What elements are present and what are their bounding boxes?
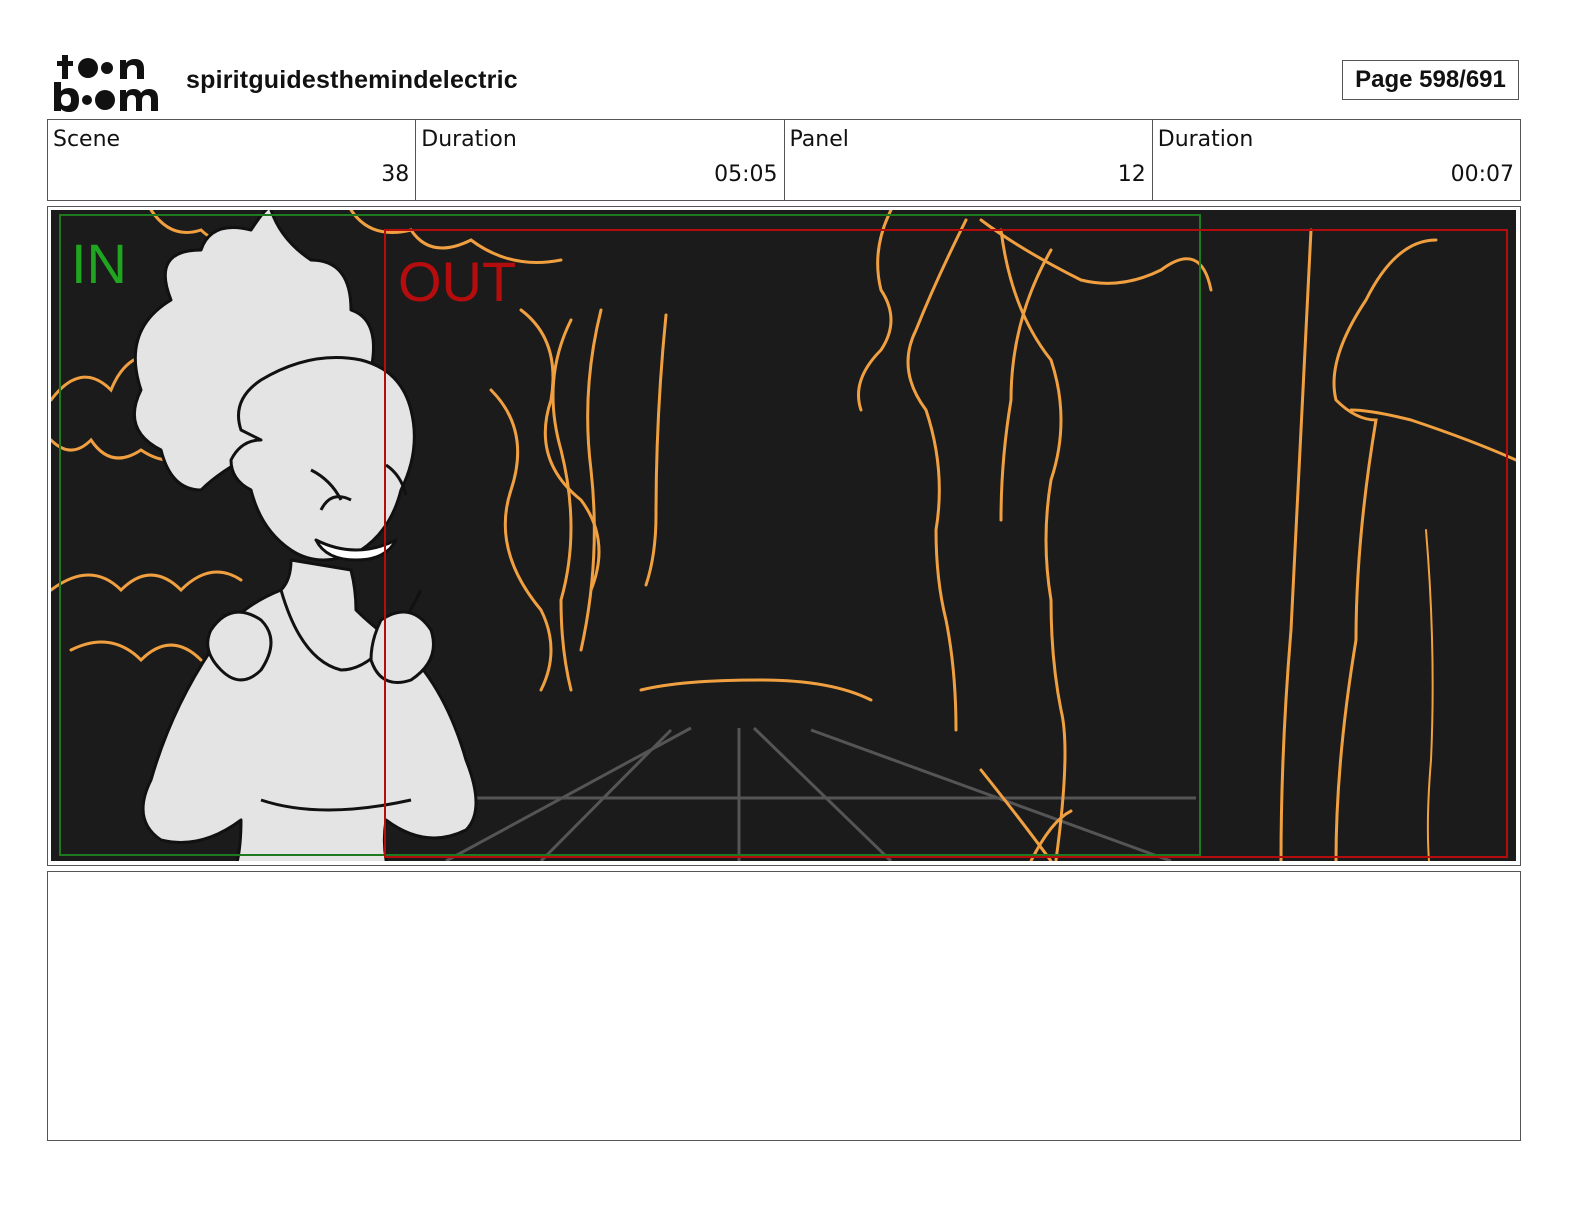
toon-boom-logo-icon: [54, 55, 158, 112]
panel-cell: Panel 12: [785, 120, 1153, 200]
panel-info-table: Scene 38 Duration 05:05 Panel 12 Duratio…: [47, 119, 1521, 201]
in-field-label: IN: [71, 232, 127, 295]
panel-label: Panel: [789, 127, 849, 152]
scene-duration-label: Duration: [421, 127, 517, 152]
scene-value: 38: [381, 162, 410, 187]
scene-duration-cell: Duration 05:05: [416, 120, 785, 200]
page-indicator: Page 598/691: [1342, 60, 1519, 100]
scene-cell: Scene 38: [48, 120, 417, 200]
panel-duration-cell: Duration 00:07: [1153, 120, 1520, 200]
out-field-label: OUT: [398, 250, 517, 313]
panel-value: 12: [1117, 162, 1146, 187]
panel-duration-label: Duration: [1157, 127, 1254, 152]
project-title: spiritguidesthemindelectric: [186, 66, 518, 94]
out-field-guide: [384, 229, 1508, 858]
panel-notes-area: [47, 871, 1521, 1141]
storyboard-panel-image: IN OUT: [51, 210, 1516, 861]
storyboard-sketch: [51, 210, 1516, 861]
panel-duration-value: 00:07: [1450, 162, 1514, 187]
scene-duration-value: 05:05: [714, 162, 778, 187]
panel-frame: IN OUT: [47, 206, 1521, 866]
scene-label: Scene: [53, 127, 121, 152]
toon-boom-logo: [52, 52, 162, 112]
